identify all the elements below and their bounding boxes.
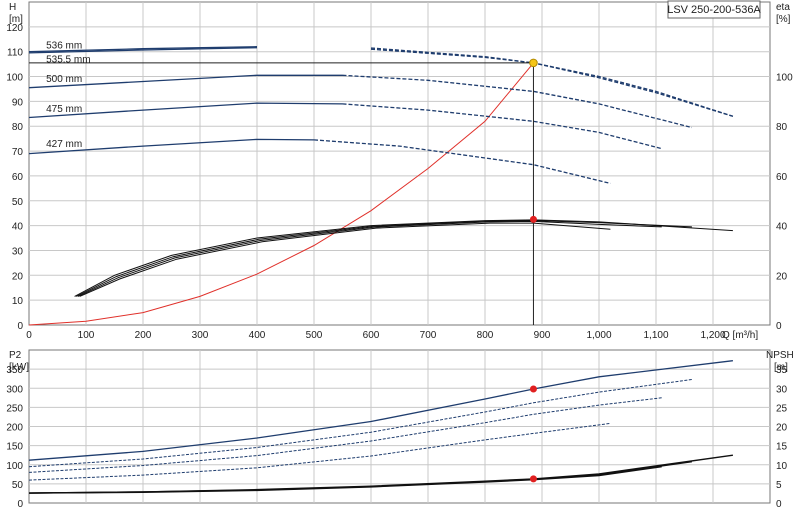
chart-svg: 0102030405060708090100110120020406080100…	[6, 0, 794, 510]
y-tick-label-eta: 40	[776, 222, 788, 233]
y-tick-label-eta: 20	[776, 271, 788, 282]
y-axis-unit-eta: [%]	[776, 14, 791, 25]
x-tick-label: 400	[249, 330, 266, 341]
y-tick-label-npsh: 0	[776, 499, 782, 510]
pump-label-box: LSV 250-200-536A	[667, 0, 761, 19]
y-axis-unit-head: [m]	[9, 14, 23, 25]
head-curve-label: 536 mm	[46, 41, 82, 52]
y-tick-label-power: 100	[6, 461, 23, 472]
y-tick-label-head: 0	[17, 321, 23, 332]
y-tick-label-power: 200	[6, 423, 23, 434]
y-tick-label-npsh: 25	[776, 403, 788, 414]
y-tick-label-npsh: 5	[776, 480, 782, 491]
pump-label: LSV 250-200-536A	[667, 4, 761, 16]
power-point-marker	[529, 385, 537, 393]
y-tick-label-head: 110	[7, 48, 23, 59]
y-tick-label-head: 90	[12, 97, 24, 108]
y-tick-label-npsh: 20	[776, 423, 788, 434]
y-tick-label-eta: 80	[776, 122, 788, 133]
duty-point-marker	[529, 58, 538, 68]
y-axis-label-head: H	[9, 2, 16, 13]
x-axis-label: Q [m³/h]	[722, 330, 758, 341]
head-efficiency-panel: 0102030405060708090100110120020406080100…	[6, 1, 793, 341]
y-tick-label-head: 70	[12, 147, 24, 158]
x-tick-label: 700	[420, 330, 437, 341]
pump-performance-chart: 0 10 20 30 40 50 60 70 80 90 100 110 120 0 20 40 60 80 100…	[0, 0, 800, 520]
y-tick-label-power: 300	[6, 384, 23, 395]
head-curve-label: 475 mm	[46, 104, 82, 115]
y-axis-label-power: P2	[9, 350, 22, 361]
x-tick-label: 300	[192, 330, 209, 341]
x-tick-label: 200	[135, 330, 152, 341]
x-tick-label: 0	[26, 330, 32, 341]
y-axis-label-eta: eta	[776, 2, 790, 13]
x-tick-label: 100	[78, 330, 95, 341]
y-tick-label-head: 80	[12, 122, 24, 133]
y-tick-label-npsh: 15	[776, 442, 788, 453]
y-tick-label-eta: 60	[776, 172, 788, 183]
y-tick-label-eta: 0	[776, 321, 782, 332]
power-npsh-panel: 05010015020025030035005101520253035P2[kW…	[6, 349, 794, 510]
y-tick-label-power: 0	[17, 499, 23, 510]
x-tick-label: 500	[306, 330, 323, 341]
head-curve-label: 427 mm	[46, 139, 82, 150]
y-tick-label-head: 50	[12, 197, 24, 208]
y-axis-unit-npsh: [m]	[774, 362, 788, 373]
x-tick-label: 800	[477, 330, 494, 341]
y-tick-label-head: 100	[6, 73, 23, 84]
x-tick-label: 1,100	[643, 330, 668, 341]
y-tick-label-head: 60	[12, 172, 24, 183]
x-tick-label: 900	[534, 330, 551, 341]
y-tick-label-head: 30	[12, 246, 24, 257]
npsh-point-marker	[529, 475, 537, 483]
y-tick-label-head: 40	[12, 222, 24, 233]
y-tick-label-head: 10	[12, 296, 24, 307]
y-tick-label-npsh: 30	[776, 384, 788, 395]
y-axis-unit-power: [kW]	[9, 362, 29, 373]
y-tick-label-eta: 100	[776, 73, 793, 84]
y-axis-label-npsh: NPSH	[766, 350, 794, 361]
y-tick-label-power: 250	[6, 403, 23, 414]
efficiency-point-marker	[529, 215, 537, 223]
y-tick-label-power: 50	[12, 480, 24, 491]
y-tick-label-power: 150	[6, 442, 23, 453]
y-tick-label-npsh: 10	[776, 461, 788, 472]
x-tick-label: 600	[363, 330, 380, 341]
head-curve-label: 535.5 mm	[46, 54, 90, 65]
x-tick-label: 1,000	[586, 330, 611, 341]
head-curve-label: 500 mm	[46, 74, 82, 85]
y-tick-label-head: 20	[12, 271, 24, 282]
